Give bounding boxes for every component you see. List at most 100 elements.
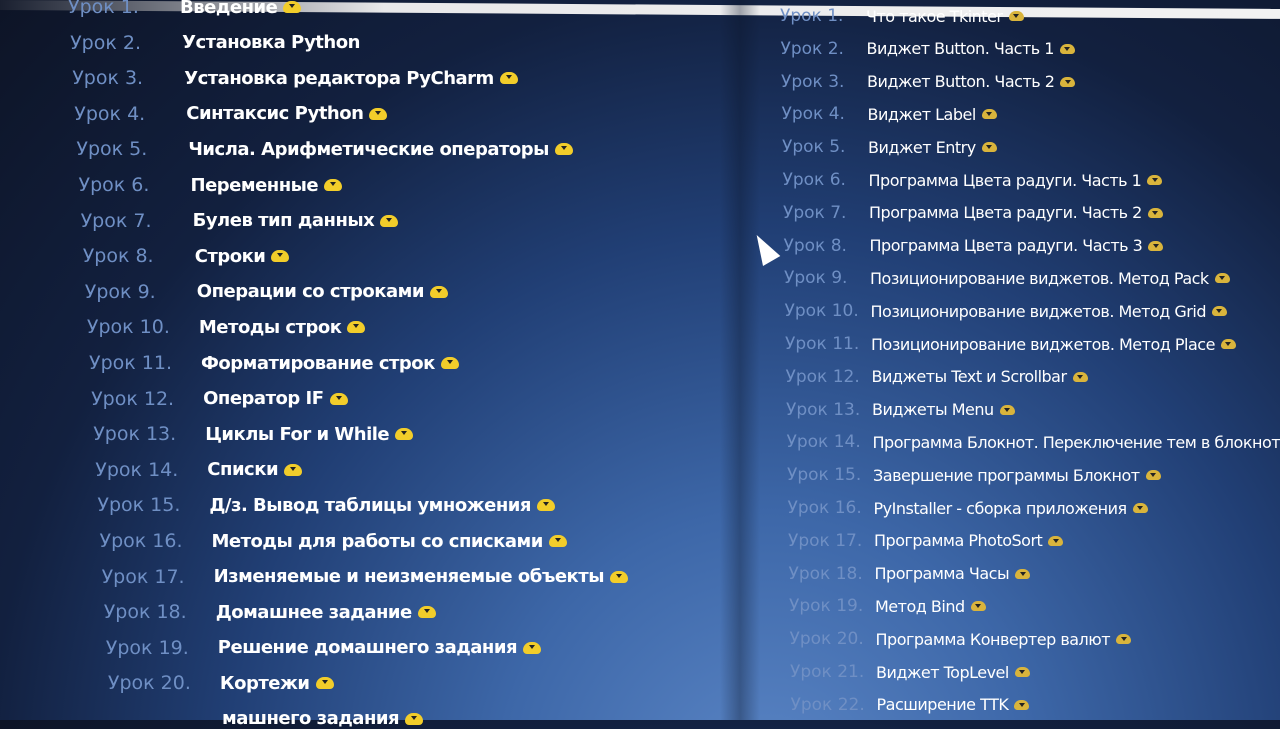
lesson-title-link[interactable]: Виджет Entry <box>868 138 976 157</box>
cloud-download-icon[interactable] <box>549 535 567 547</box>
cloud-download-icon[interactable] <box>500 72 518 84</box>
cloud-download-icon[interactable] <box>395 428 413 440</box>
cloud-download-icon[interactable] <box>324 179 342 191</box>
cloud-download-icon[interactable] <box>1060 77 1075 87</box>
lesson-item[interactable]: Урок 18.Домашнее задание <box>104 601 436 623</box>
lesson-item[interactable]: Урок 5.Виджет Entry <box>782 137 997 157</box>
lesson-item[interactable]: Урок 2.Виджет Button. Часть 1 <box>781 39 1075 59</box>
lesson-title-link[interactable]: Д/з. Вывод таблицы умножения <box>209 495 531 516</box>
cloud-download-icon[interactable] <box>1000 405 1015 415</box>
lesson-title-link[interactable]: Программа Цвета радуги. Часть 1 <box>869 171 1142 190</box>
lesson-item[interactable]: Урок 15.Д/з. Вывод таблицы умножения <box>97 494 555 516</box>
lesson-title-link[interactable]: Решение домашнего задания <box>218 637 517 658</box>
lesson-item[interactable]: Урок 20.Программа Конвертер валют <box>790 629 1132 649</box>
lesson-title-link[interactable]: Методы для работы со списками <box>212 531 543 552</box>
cloud-download-icon[interactable] <box>347 321 365 333</box>
lesson-item[interactable]: Урок 1.Введение <box>68 0 301 18</box>
lesson-title-link[interactable]: Переменные <box>191 175 319 196</box>
lesson-item[interactable]: Урок 15.Завершение программы Блокнот <box>787 465 1161 485</box>
lesson-item[interactable]: Урок 7.Программа Цвета радуги. Часть 2 <box>783 203 1163 223</box>
lesson-title-link[interactable]: Программа Цвета радуги. Часть 3 <box>870 236 1143 255</box>
cloud-download-icon[interactable] <box>405 713 423 725</box>
lesson-title-link[interactable]: Завершение программы Блокнот <box>873 466 1140 485</box>
lesson-item[interactable]: Урок 8.Программа Цвета радуги. Часть 3 <box>784 236 1164 256</box>
lesson-item[interactable]: Урок 5.Числа. Арифметические операторы <box>76 138 573 160</box>
lesson-item[interactable]: Урок 11.Позиционирование виджетов. Метод… <box>785 334 1236 354</box>
lesson-title-link[interactable]: Изменяемые и неизменяемые объекты <box>214 566 604 587</box>
lesson-item[interactable]: Урок 4.Виджет Label <box>782 104 997 124</box>
lesson-item[interactable]: Урок 3.Установка редактора PyCharm <box>72 67 518 89</box>
lesson-item[interactable]: Урок 9.Операции со строками <box>85 281 448 303</box>
lesson-title-link[interactable]: Установка редактора PyCharm <box>184 68 494 89</box>
cloud-download-icon[interactable] <box>380 215 398 227</box>
cloud-download-icon[interactable] <box>1147 175 1162 185</box>
lesson-title-link[interactable]: Позиционирование виджетов. Метод Pack <box>870 269 1209 288</box>
lesson-title-link[interactable]: Установка Python <box>182 32 360 53</box>
lesson-title-link[interactable]: Что такое Tkinter <box>866 7 1003 26</box>
lesson-item[interactable]: Урок 9.Позиционирование виджетов. Метод … <box>784 268 1230 288</box>
lesson-item[interactable]: Урок 10.Позиционирование виджетов. Метод… <box>785 301 1227 321</box>
cloud-download-icon[interactable] <box>555 143 573 155</box>
cloud-download-icon[interactable] <box>430 286 448 298</box>
cloud-download-icon[interactable] <box>1148 241 1163 251</box>
lesson-item[interactable]: Урок 11.Форматирование строк <box>89 352 459 374</box>
lesson-title-link[interactable]: Виджеты Text и Scrollbar <box>872 367 1067 386</box>
lesson-item[interactable]: Урок 20.Кортежи <box>108 672 334 694</box>
lesson-item[interactable]: Урок 13.Циклы For и While <box>93 423 413 445</box>
lesson-title-link[interactable]: Виджеты Menu <box>872 400 994 419</box>
cloud-download-icon[interactable] <box>1073 372 1088 382</box>
lesson-title-link[interactable]: Домашнее задание <box>216 602 412 623</box>
lesson-item[interactable]: Урок 6.Переменные <box>79 174 343 196</box>
lesson-item[interactable]: Урок 19.Метод Bind <box>789 596 986 616</box>
cloud-download-icon[interactable] <box>1212 306 1227 316</box>
lesson-title-link[interactable]: Виджет Label <box>868 105 976 124</box>
cloud-download-icon[interactable] <box>316 677 334 689</box>
lesson-title-link[interactable]: Программа Конвертер валют <box>876 630 1111 649</box>
lesson-item[interactable]: Урок 19.Решение домашнего задания <box>106 637 541 659</box>
lesson-title-link[interactable]: Операции со строками <box>197 281 424 302</box>
lesson-title-link[interactable]: Программа Часы <box>875 564 1010 583</box>
lesson-item[interactable]: Урок 8.Строки <box>83 245 290 267</box>
lesson-title-link[interactable]: Расширение TTK <box>877 695 1009 714</box>
lesson-item[interactable]: Урок 12.Виджеты Text и Scrollbar <box>786 367 1088 387</box>
lesson-item[interactable]: Урок 4.Синтаксис Python <box>74 103 387 125</box>
cloud-download-icon[interactable] <box>1221 339 1236 349</box>
lesson-item[interactable]: Урок 7.Булев тип данных <box>81 210 399 232</box>
cloud-download-icon[interactable] <box>1146 470 1161 480</box>
lesson-item[interactable]: Урок 1.Что такое Tkinter <box>780 6 1024 26</box>
lesson-title-link[interactable]: Виджет Button. Часть 2 <box>867 72 1054 91</box>
cloud-download-icon[interactable] <box>523 642 541 654</box>
lesson-title-link[interactable]: Программа Блокнот. Переключение тем в бл… <box>873 433 1280 452</box>
lesson-title-link[interactable]: Форматирование строк <box>201 353 435 374</box>
cloud-download-icon[interactable] <box>1009 11 1024 21</box>
lesson-title-link[interactable]: машнего задания <box>222 708 399 729</box>
cloud-download-icon[interactable] <box>1015 569 1030 579</box>
cloud-download-icon[interactable] <box>1148 208 1163 218</box>
lesson-title-link[interactable]: Программа PhotoSort <box>874 531 1042 550</box>
lesson-item[interactable]: машнего задания <box>110 708 423 729</box>
cloud-download-icon[interactable] <box>537 499 555 511</box>
lesson-item[interactable]: Урок 16.Методы для работы со списками <box>100 530 567 552</box>
lesson-item[interactable]: Урок 17.Программа PhotoSort <box>788 531 1063 551</box>
lesson-title-link[interactable]: Позиционирование виджетов. Метод Grid <box>871 302 1206 321</box>
cloud-download-icon[interactable] <box>441 357 459 369</box>
cloud-download-icon[interactable] <box>982 109 997 119</box>
lesson-item[interactable]: Урок 13.Виджеты Menu <box>786 400 1015 420</box>
lesson-item[interactable]: Урок 2.Установка Python <box>70 32 360 54</box>
lesson-title-link[interactable]: Позиционирование виджетов. Метод Place <box>871 335 1215 354</box>
cloud-download-icon[interactable] <box>283 1 301 13</box>
cloud-download-icon[interactable] <box>1015 667 1030 677</box>
cloud-download-icon[interactable] <box>1133 503 1148 513</box>
lesson-item[interactable]: Урок 3.Виджет Button. Часть 2 <box>781 72 1075 92</box>
lesson-title-link[interactable]: Булев тип данных <box>193 210 375 231</box>
lesson-title-link[interactable]: Методы строк <box>199 317 342 338</box>
lesson-title-link[interactable]: Оператор IF <box>203 388 323 409</box>
cloud-download-icon[interactable] <box>1060 44 1075 54</box>
lesson-item[interactable]: Урок 14.Программа Блокнот. Переключение … <box>787 432 1280 452</box>
cloud-download-icon[interactable] <box>1215 273 1230 283</box>
lesson-item[interactable]: Урок 17.Изменяемые и неизменяемые объект… <box>102 566 628 588</box>
lesson-title-link[interactable]: Синтаксис Python <box>186 103 363 124</box>
lesson-title-link[interactable]: Виджет TopLevel <box>876 663 1009 682</box>
lesson-title-link[interactable]: Виджет Button. Часть 1 <box>867 39 1054 58</box>
lesson-item[interactable]: Урок 10.Методы строк <box>87 316 366 338</box>
